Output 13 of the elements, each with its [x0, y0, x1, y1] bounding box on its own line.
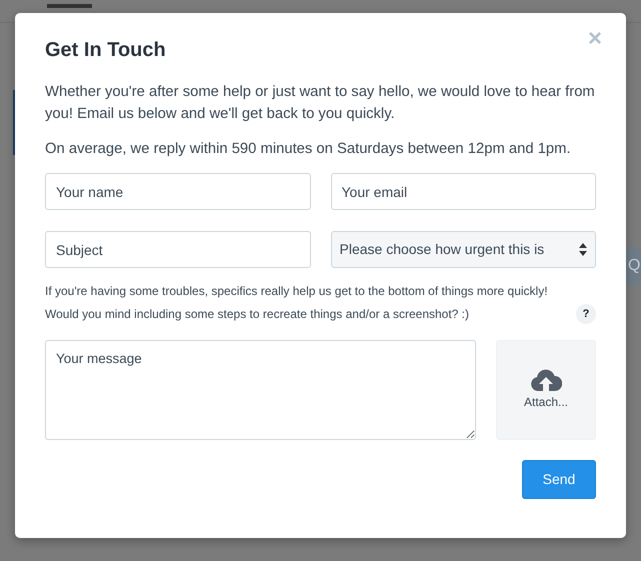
text-field[interactable]: Subject	[45, 231, 310, 268]
urgency-select[interactable]: Please choose how urgent this is	[330, 231, 596, 268]
text-field[interactable]: Your email	[330, 173, 596, 210]
text-field[interactable]: Your name	[45, 173, 310, 210]
intro-paragraph: On average, we reply within 590 minutes on Saturdays between 12pm and 1pm.	[45, 140, 572, 159]
help-badge[interactable]: ?	[576, 304, 596, 324]
message-field[interactable]: Your message	[45, 340, 476, 440]
cloud-upload-icon	[530, 369, 562, 393]
modal-title: Get In Touch	[45, 38, 166, 63]
select-arrows-icon	[579, 243, 587, 256]
attach-button[interactable]: Attach...	[496, 340, 596, 440]
intro-paragraph: Whether you're after some help or just want to say hello, we would love to hear from you! Email us below and we'll get back to you quickly.	[45, 83, 596, 124]
help-text: If you're having some troubles, specifics really help us get to the bottom of things more quickly! Would you mind including some steps to recreate things and/or a screenshot? :)	[45, 283, 549, 323]
